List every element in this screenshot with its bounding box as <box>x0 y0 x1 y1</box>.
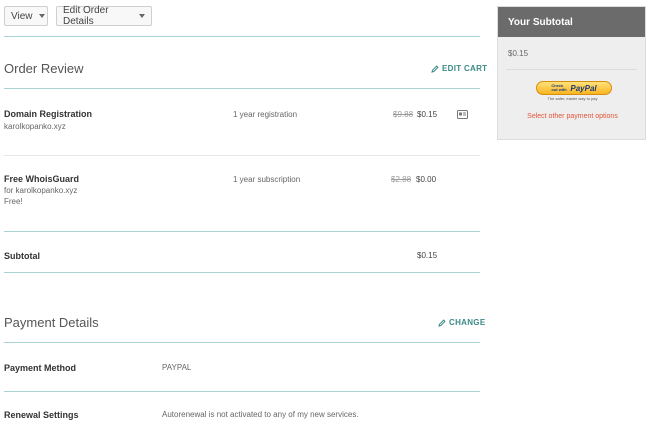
divider <box>4 272 480 273</box>
chevron-down-icon <box>38 14 45 18</box>
subtotal-value: $0.15 <box>417 251 438 260</box>
sidebar-amount: $0.15 <box>508 49 529 58</box>
item-note: Free! <box>4 197 23 206</box>
divider <box>4 231 480 232</box>
item-name: Free WhoisGuard <box>4 174 80 184</box>
subtotal-label: Subtotal <box>4 251 40 261</box>
change-payment-link[interactable]: CHANGE <box>438 318 485 327</box>
item-price: $0.00 <box>416 175 437 184</box>
item-term: 1 year registration <box>233 110 298 119</box>
divider <box>4 36 480 37</box>
divider <box>4 391 480 392</box>
divider <box>4 155 480 156</box>
item-old-price: $9.88 <box>393 110 414 119</box>
view-dropdown-label: View <box>11 10 33 22</box>
renewal-settings-value: Autorenewal is not activated to any of m… <box>162 410 359 419</box>
paypal-checkout-button[interactable]: Check out with PayPal <box>536 81 612 95</box>
renewal-settings-label: Renewal Settings <box>4 410 79 420</box>
paypal-tagline: The safer, easier way to pay <box>547 96 598 101</box>
edit-order-details-dropdown[interactable]: Edit Order Details <box>56 5 152 27</box>
sidebar-title: Your Subtotal <box>498 7 645 37</box>
edit-order-details-label: Edit Order Details <box>63 5 109 27</box>
payment-method-label: Payment Method <box>4 363 77 373</box>
item-name: Domain Registration <box>4 109 93 119</box>
item-price: $0.15 <box>417 110 438 119</box>
id-card-icon[interactable] <box>457 110 468 119</box>
order-review-title: Order Review <box>4 61 84 76</box>
item-term: 1 year subscription <box>233 175 301 184</box>
change-label: CHANGE <box>449 318 486 327</box>
paypal-checkout-text: Check out with <box>551 83 567 92</box>
view-dropdown[interactable]: View <box>4 6 48 26</box>
divider <box>4 88 480 89</box>
divider <box>506 69 637 70</box>
paypal-logo: PayPal <box>570 83 597 93</box>
item-old-price: $2.88 <box>391 175 412 184</box>
subtotal-sidebar: Your Subtotal $0.15 Check out with PayPa… <box>497 6 646 140</box>
pencil-icon <box>431 64 439 73</box>
item-domain: karolkopanko.xyz <box>4 122 66 131</box>
divider <box>4 342 480 343</box>
payment-details-title: Payment Details <box>4 315 99 330</box>
chevron-down-icon <box>139 14 145 18</box>
item-domain: for karolkopanko.xyz <box>4 186 78 195</box>
payment-method-value: PAYPAL <box>162 363 192 372</box>
other-payment-options-link[interactable]: Select other payment options <box>498 113 647 120</box>
edit-cart-link[interactable]: EDIT CART <box>431 64 487 73</box>
pencil-icon <box>438 318 446 327</box>
edit-cart-label: EDIT CART <box>442 64 488 73</box>
